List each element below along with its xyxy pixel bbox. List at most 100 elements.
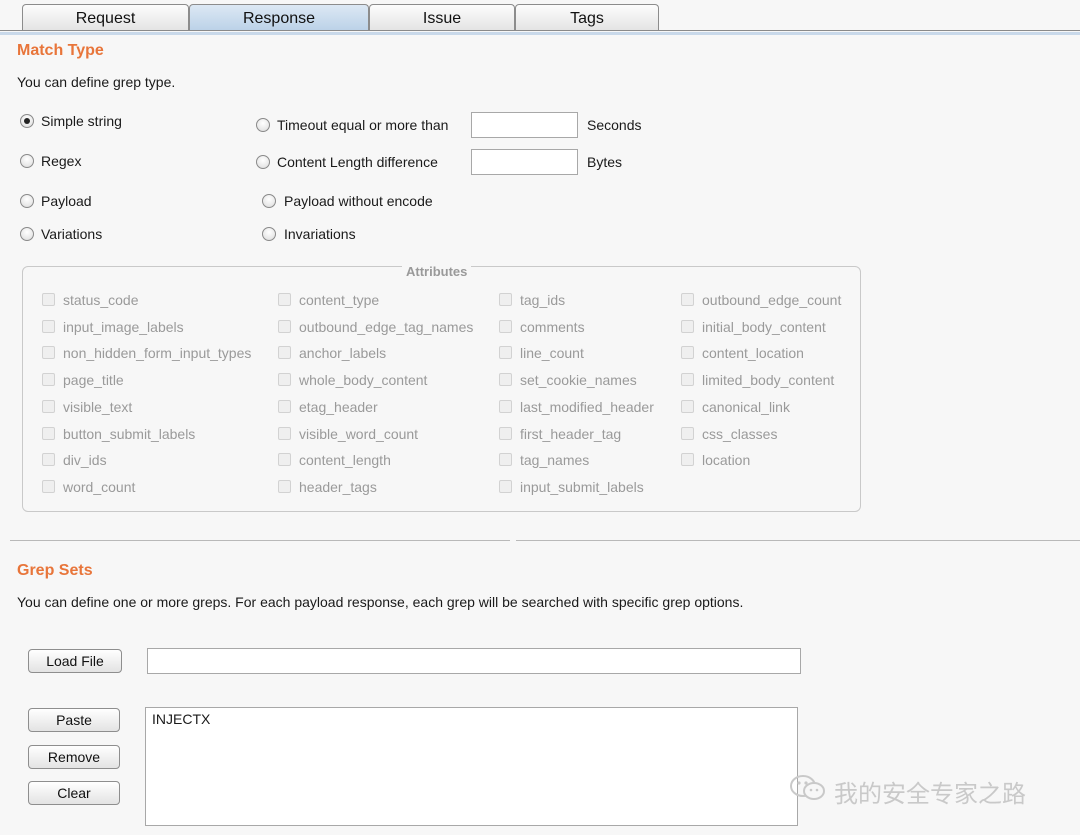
- outbound-edge-count-label: outbound_edge_count: [702, 292, 842, 308]
- set-cookie-names-label: set_cookie_names: [520, 372, 637, 388]
- paste-button[interactable]: Paste: [28, 708, 120, 732]
- load-file-button[interactable]: Load File: [28, 649, 122, 673]
- tab-request[interactable]: Request: [22, 4, 189, 30]
- word-count-checkbox[interactable]: [42, 480, 55, 493]
- visible-text-label: visible_text: [63, 399, 133, 415]
- file-path-input[interactable]: [147, 648, 801, 674]
- content-length-unit-label: Bytes: [587, 154, 623, 170]
- visible-word-count-checkbox[interactable]: [278, 427, 291, 440]
- div-ids-label: div_ids: [63, 452, 107, 468]
- invariations-radio[interactable]: [262, 227, 276, 241]
- limited-body-content-checkbox[interactable]: [681, 373, 694, 386]
- outbound-edge-count-checkbox[interactable]: [681, 293, 694, 306]
- etag-header-checkbox[interactable]: [278, 400, 291, 413]
- section-separator-left: [10, 540, 510, 541]
- etag-header-label: etag_header: [299, 399, 378, 415]
- content-length-label: Content Length difference: [277, 154, 438, 170]
- location-checkbox[interactable]: [681, 453, 694, 466]
- input-submit-labels-checkbox[interactable]: [499, 480, 512, 493]
- css-classes-checkbox[interactable]: [681, 427, 694, 440]
- status-code-checkbox[interactable]: [42, 293, 55, 306]
- match-type-description: You can define grep type.: [17, 74, 176, 90]
- last-modified-header-label: last_modified_header: [520, 399, 654, 415]
- simple-string-label: Simple string: [41, 113, 122, 129]
- payload-without-encode-radio[interactable]: [262, 194, 276, 208]
- variations-radio[interactable]: [20, 227, 34, 241]
- watermark: 我的安全专家之路: [788, 773, 1026, 810]
- timeout-label: Timeout equal or more than: [277, 117, 449, 133]
- div-ids-checkbox[interactable]: [42, 453, 55, 466]
- button-submit-labels-checkbox[interactable]: [42, 427, 55, 440]
- payload-label: Payload: [41, 193, 92, 209]
- tag-ids-label: tag_ids: [520, 292, 566, 308]
- last-modified-header-checkbox[interactable]: [499, 400, 512, 413]
- status-code-label: status_code: [63, 292, 139, 308]
- wechat-icon: [788, 773, 828, 810]
- content-length-radio[interactable]: [256, 155, 270, 169]
- location-label: location: [702, 452, 751, 468]
- content-location-checkbox[interactable]: [681, 346, 694, 359]
- non-hidden-form-input-types-label: non_hidden_form_input_types: [63, 345, 252, 361]
- non-hidden-form-input-types-checkbox[interactable]: [42, 346, 55, 359]
- anchor-labels-checkbox[interactable]: [278, 346, 291, 359]
- tag-ids-checkbox[interactable]: [499, 293, 512, 306]
- header-tags-checkbox[interactable]: [278, 480, 291, 493]
- tab-bar-underline: [0, 32, 1080, 35]
- input-image-labels-checkbox[interactable]: [42, 320, 55, 333]
- css-classes-label: css_classes: [702, 426, 778, 442]
- page-title-label: page_title: [63, 372, 124, 388]
- invariations-label: Invariations: [284, 226, 356, 242]
- line-count-label: line_count: [520, 345, 584, 361]
- content-length-input[interactable]: [471, 149, 578, 175]
- visible-word-count-label: visible_word_count: [299, 426, 419, 442]
- payload-radio[interactable]: [20, 194, 34, 208]
- word-count-label: word_count: [63, 479, 136, 495]
- tag-names-checkbox[interactable]: [499, 453, 512, 466]
- limited-body-content-label: limited_body_content: [702, 372, 835, 388]
- initial-body-content-label: initial_body_content: [702, 319, 826, 335]
- greps-list-item[interactable]: INJECTX: [152, 711, 210, 727]
- grep-sets-title: Grep Sets: [17, 562, 93, 579]
- section-separator-right: [516, 540, 1080, 541]
- content-type-checkbox[interactable]: [278, 293, 291, 306]
- watermark-text: 我的安全专家之路: [834, 781, 1026, 808]
- match-type-title: Match Type: [17, 42, 104, 59]
- content-length-attr-checkbox[interactable]: [278, 453, 291, 466]
- clear-button[interactable]: Clear: [28, 781, 120, 805]
- first-header-tag-checkbox[interactable]: [499, 427, 512, 440]
- tab-issue[interactable]: Issue: [369, 4, 515, 30]
- tab-response[interactable]: Response: [189, 4, 369, 30]
- attributes-group-title: Attributes: [402, 264, 472, 279]
- canonical-link-checkbox[interactable]: [681, 400, 694, 413]
- regex-radio[interactable]: [20, 154, 34, 168]
- variations-label: Variations: [41, 226, 103, 242]
- outbound-edge-tag-names-checkbox[interactable]: [278, 320, 291, 333]
- remove-button[interactable]: Remove: [28, 745, 120, 769]
- first-header-tag-label: first_header_tag: [520, 426, 622, 442]
- content-length-attr-label: content_length: [299, 452, 391, 468]
- header-tags-label: header_tags: [299, 479, 377, 495]
- outbound-edge-tag-names-label: outbound_edge_tag_names: [299, 319, 474, 335]
- input-submit-labels-label: input_submit_labels: [520, 479, 644, 495]
- comments-checkbox[interactable]: [499, 320, 512, 333]
- grep-sets-description: You can define one or more greps. For ea…: [17, 594, 744, 610]
- line-count-checkbox[interactable]: [499, 346, 512, 359]
- timeout-radio[interactable]: [256, 118, 270, 132]
- canonical-link-label: canonical_link: [702, 399, 790, 415]
- payload-without-encode-label: Payload without encode: [284, 193, 433, 209]
- timeout-unit-label: Seconds: [587, 117, 642, 133]
- greps-list[interactable]: INJECTX: [145, 707, 798, 826]
- visible-text-checkbox[interactable]: [42, 400, 55, 413]
- tag-names-label: tag_names: [520, 452, 590, 468]
- page-title-checkbox[interactable]: [42, 373, 55, 386]
- regex-label: Regex: [41, 153, 82, 169]
- content-type-label: content_type: [299, 292, 380, 308]
- initial-body-content-checkbox[interactable]: [681, 320, 694, 333]
- button-submit-labels-label: button_submit_labels: [63, 426, 196, 442]
- whole-body-content-checkbox[interactable]: [278, 373, 291, 386]
- tab-tags[interactable]: Tags: [515, 4, 659, 30]
- timeout-input[interactable]: [471, 112, 578, 138]
- set-cookie-names-checkbox[interactable]: [499, 373, 512, 386]
- simple-string-radio[interactable]: [20, 114, 34, 128]
- whole-body-content-label: whole_body_content: [299, 372, 428, 388]
